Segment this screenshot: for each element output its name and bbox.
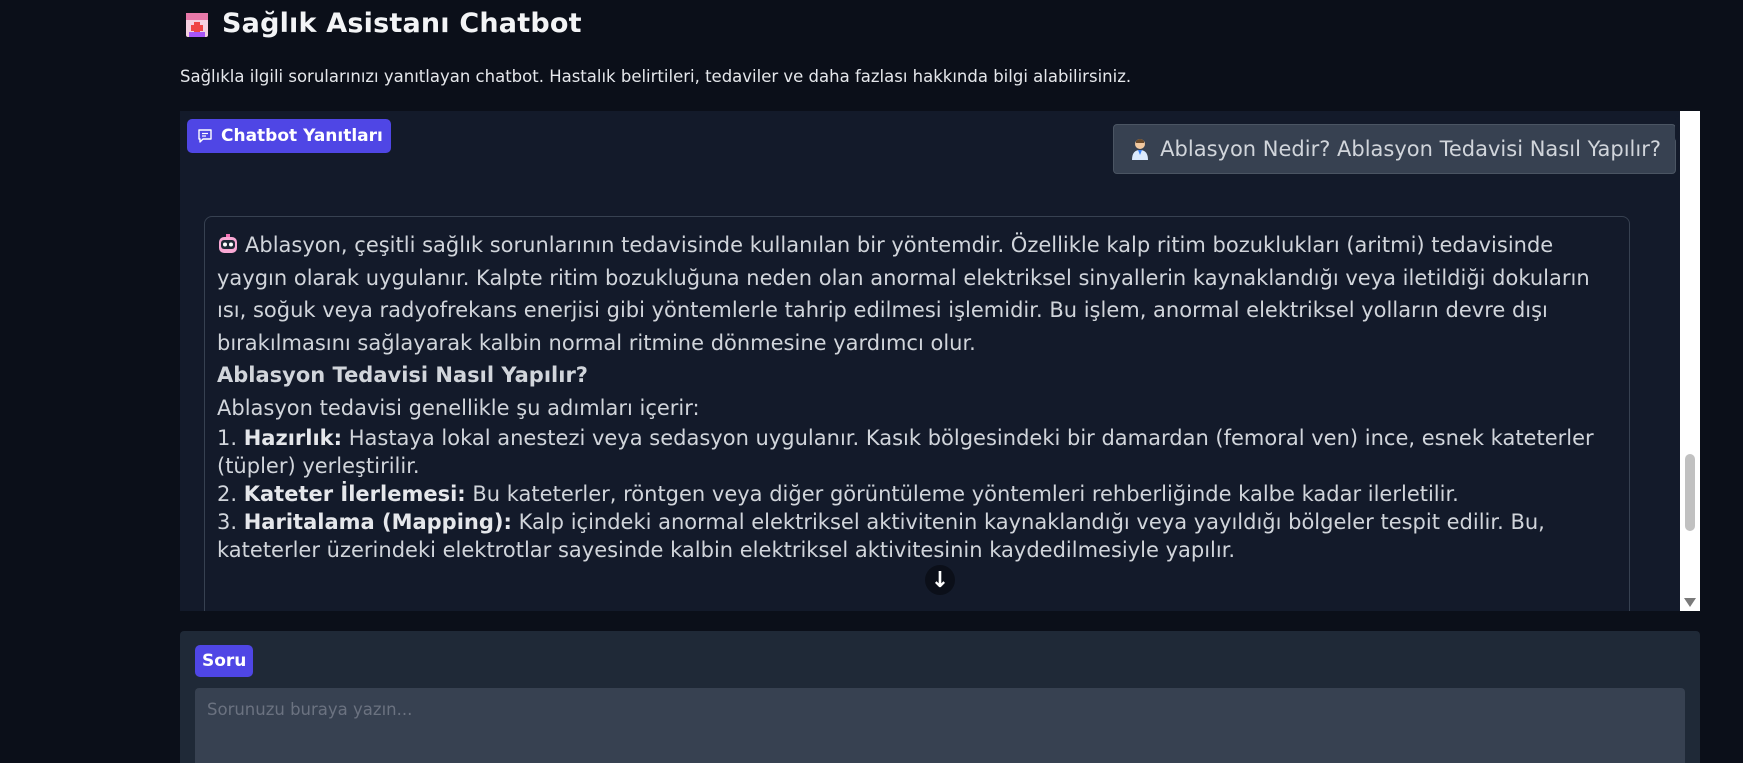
user-message: Ablasyon Nedir? Ablasyon Tedavisi Nasıl … — [1113, 124, 1676, 174]
question-panel: Soru — [180, 631, 1700, 763]
list-item: 1. Hazırlık: Hastaya lokal anestezi veya… — [217, 426, 1594, 478]
page-title: Sağlık Asistanı Chatbot — [222, 8, 582, 39]
list-item: 2. Kateter İlerlemesi: Bu kateterler, rö… — [217, 482, 1459, 506]
arrow-down-icon: ↓ — [930, 567, 950, 593]
bot-message: Ablasyon, çeşitli sağlık sorunlarının te… — [204, 216, 1630, 611]
bot-heading: Ablasyon Tedavisi Nasıl Yapılır? — [217, 363, 588, 387]
chat-icon — [198, 129, 212, 143]
page-description: Sağlıkla ilgili sorularınızı yanıtlayan … — [180, 67, 1132, 86]
scroll-down-arrow-icon[interactable] — [1684, 598, 1696, 607]
chat-scrollbar[interactable] — [1680, 111, 1700, 611]
chatbot-label: Chatbot Yanıtları — [187, 119, 391, 153]
user-message-text: Ablasyon Nedir? Ablasyon Tedavisi Nasıl … — [1160, 137, 1661, 161]
bot-intro: Ablasyon tedavisi genellikle şu adımları… — [217, 395, 700, 420]
list-item: 3. Haritalama (Mapping): Kalp içindeki a… — [217, 510, 1545, 562]
scroll-to-bottom-button[interactable]: ↓ — [925, 565, 955, 595]
title-row: Sağlık Asistanı Chatbot — [184, 8, 582, 39]
chatbot-panel: Chatbot Yanıtları Ablasyon Nedir? Ablasy… — [180, 111, 1700, 611]
question-input[interactable] — [195, 688, 1685, 763]
question-label: Soru — [195, 645, 254, 677]
scrollbar-thumb[interactable] — [1685, 454, 1695, 531]
app-root: Sağlık Asistanı Chatbot Sağlıkla ilgili … — [0, 0, 1743, 763]
bot-paragraph: Ablasyon, çeşitli sağlık sorunlarının te… — [217, 232, 1590, 355]
chatbot-label-text: Chatbot Yanıtları — [221, 126, 383, 146]
hospital-icon — [184, 10, 210, 38]
doctor-icon — [1130, 138, 1150, 160]
robot-icon — [217, 232, 239, 254]
